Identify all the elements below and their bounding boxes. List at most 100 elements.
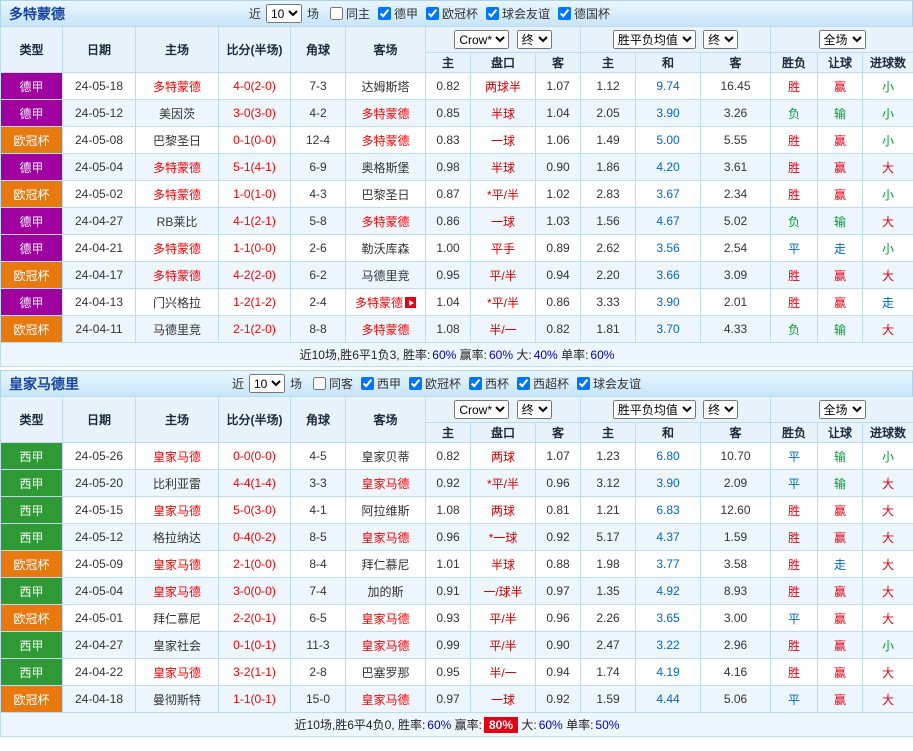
match-score: 0-4(0-2) <box>219 524 291 551</box>
live-animation-icon[interactable] <box>405 297 416 308</box>
league-filter-label: 西超杯 <box>533 375 569 392</box>
goals-result-cell: 大 <box>863 316 913 343</box>
asian-stage-select[interactable]: 终 <box>517 30 552 49</box>
league-filter[interactable]: 球会友谊 <box>577 375 641 392</box>
scope-select[interactable]: 全场 <box>819 30 866 49</box>
bookmaker-select[interactable]: Crow* <box>454 30 509 49</box>
europe-draw-odds: 4.44 <box>636 686 701 713</box>
asian-away-odds: 0.88 <box>536 551 581 578</box>
asian-away-odds: 0.90 <box>536 154 581 181</box>
col-score: 比分(半场) <box>219 27 291 73</box>
league-filter[interactable]: 同主 <box>330 5 370 22</box>
match-count-select[interactable]: 10 <box>266 4 302 23</box>
matches-label: 场 <box>290 375 302 392</box>
league-filter-checkbox[interactable] <box>517 377 530 390</box>
league-badge: 德甲 <box>1 289 63 316</box>
league-filter-checkbox[interactable] <box>426 7 439 20</box>
league-filter-checkbox[interactable] <box>558 7 571 20</box>
league-filter-checkbox[interactable] <box>577 377 590 390</box>
col-asian-away: 客 <box>536 423 581 443</box>
asian-odds-group: Crow* 终 <box>426 27 581 53</box>
asian-handicap: *一球 <box>471 524 536 551</box>
home-team: 格拉纳达 <box>136 524 219 551</box>
scope-select[interactable]: 全场 <box>819 400 866 419</box>
league-filter[interactable]: 西超杯 <box>517 375 569 392</box>
match-date: 24-05-02 <box>63 181 136 208</box>
match-count-select[interactable]: 10 <box>249 374 285 393</box>
league-filter-checkbox[interactable] <box>378 7 391 20</box>
europe-odds-select[interactable]: 胜平负均值 <box>613 400 696 419</box>
away-team: 加的斯 <box>346 578 426 605</box>
europe-draw-odds: 4.92 <box>636 578 701 605</box>
asian-stage-select[interactable]: 终 <box>517 400 552 419</box>
bookmaker-select[interactable]: Crow* <box>454 400 509 419</box>
europe-home-odds: 1.12 <box>581 73 636 100</box>
handicap-result-cell: 赢 <box>818 289 863 316</box>
league-filter-checkbox[interactable] <box>313 377 326 390</box>
europe-home-odds: 5.17 <box>581 524 636 551</box>
league-filter[interactable]: 同客 <box>313 375 353 392</box>
stat-value: 60% <box>489 348 513 362</box>
league-filter[interactable]: 欧冠杯 <box>409 375 461 392</box>
asian-away-odds: 1.07 <box>536 443 581 470</box>
corner-score: 8-5 <box>291 524 346 551</box>
col-score: 比分(半场) <box>219 397 291 443</box>
europe-home-odds: 2.47 <box>581 632 636 659</box>
corner-score: 4-3 <box>291 181 346 208</box>
handicap-result-cell: 赢 <box>818 605 863 632</box>
home-team: 马德里竞 <box>136 316 219 343</box>
asian-away-odds: 0.90 <box>536 632 581 659</box>
away-team: 拜仁慕尼 <box>346 551 426 578</box>
europe-away-odds: 5.06 <box>701 686 771 713</box>
league-filter-checkbox[interactable] <box>330 7 343 20</box>
match-row: 西甲24-05-04皇家马德3-0(0-0)7-4加的斯0.91一/球半0.97… <box>1 578 913 605</box>
home-team: 美因茨 <box>136 100 219 127</box>
asian-home-odds: 0.99 <box>426 632 471 659</box>
europe-stage-select[interactable]: 终 <box>703 30 738 49</box>
away-team: 皇家贝蒂 <box>346 443 426 470</box>
match-row: 德甲24-05-12美因茨3-0(3-0)4-2多特蒙德0.85半球1.042.… <box>1 100 913 127</box>
league-badge: 西甲 <box>1 659 63 686</box>
match-date: 24-05-04 <box>63 154 136 181</box>
result-cell: 胜 <box>771 632 818 659</box>
europe-stage-select[interactable]: 终 <box>703 400 738 419</box>
home-team: 多特蒙德 <box>136 235 219 262</box>
league-filter[interactable]: 德甲 <box>378 5 418 22</box>
col-asian-handicap: 盘口 <box>471 423 536 443</box>
col-date: 日期 <box>63 27 136 73</box>
asian-away-odds: 0.81 <box>536 497 581 524</box>
team-title: 多特蒙德 <box>9 4 65 24</box>
league-filter-checkbox[interactable] <box>486 7 499 20</box>
result-cell: 胜 <box>771 497 818 524</box>
goals-result-cell: 大 <box>863 605 913 632</box>
corner-score: 4-1 <box>291 497 346 524</box>
league-filter-group: 同主德甲欧冠杯球会友谊德国杯 <box>322 5 610 22</box>
scope-group: 全场 <box>771 27 913 53</box>
league-filter[interactable]: 西杯 <box>469 375 509 392</box>
europe-odds-select[interactable]: 胜平负均值 <box>613 30 696 49</box>
home-team: 比利亚雷 <box>136 470 219 497</box>
col-europe-home: 主 <box>581 53 636 73</box>
league-filter-checkbox[interactable] <box>409 377 422 390</box>
corner-score: 2-4 <box>291 289 346 316</box>
league-filter-checkbox[interactable] <box>361 377 374 390</box>
goals-result-cell: 小 <box>863 73 913 100</box>
goals-result-cell: 小 <box>863 632 913 659</box>
asian-handicap: 一球 <box>471 127 536 154</box>
match-score: 2-1(0-0) <box>219 551 291 578</box>
match-score: 3-0(3-0) <box>219 100 291 127</box>
league-filter[interactable]: 球会友谊 <box>486 5 550 22</box>
col-away: 客场 <box>346 27 426 73</box>
league-filter[interactable]: 欧冠杯 <box>426 5 478 22</box>
stat-value: 60% <box>427 718 451 732</box>
match-row: 西甲24-05-15皇家马德5-0(3-0)4-1阿拉维斯1.08两球0.811… <box>1 497 913 524</box>
league-filter[interactable]: 西甲 <box>361 375 401 392</box>
match-date: 24-05-04 <box>63 578 136 605</box>
goals-result-cell: 大 <box>863 497 913 524</box>
league-filter[interactable]: 德国杯 <box>558 5 610 22</box>
match-score: 4-2(2-0) <box>219 262 291 289</box>
league-filter-checkbox[interactable] <box>469 377 482 390</box>
match-row: 欧冠杯24-04-11马德里竞2-1(2-0)8-8多特蒙德1.08半/一0.8… <box>1 316 913 343</box>
near-label: 近 <box>249 5 261 22</box>
scope-group: 全场 <box>771 397 913 423</box>
